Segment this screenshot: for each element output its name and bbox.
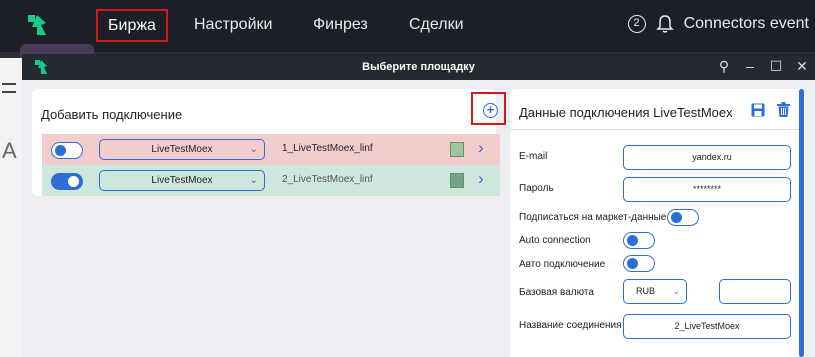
pin-icon[interactable]: ⚲ xyxy=(717,58,731,74)
bell-icon[interactable] xyxy=(655,14,674,34)
connection-toggle[interactable] xyxy=(51,173,83,190)
connection-row[interactable]: LiveTestMoex ⌄ 1_LiveTestMoex_linf › xyxy=(42,134,500,165)
auto-connection-label: Auto connection xyxy=(519,235,591,246)
subscribe-toggle[interactable] xyxy=(667,209,699,226)
save-icon[interactable] xyxy=(751,103,765,117)
auto-podkl-label: Авто подключение xyxy=(519,259,606,270)
dialog-body: Добавить подключение + LiveTestMoex ⌄ 1_… xyxy=(22,80,815,357)
status-swatch xyxy=(450,142,464,157)
connections-title: Добавить подключение xyxy=(41,107,183,122)
currency-select[interactable]: RUB ⌄ xyxy=(623,279,687,304)
connections-card: Добавить подключение + LiveTestMoex ⌄ 1_… xyxy=(32,89,506,196)
connection-details-card: Данные подключения LiveTestMoex E-mail y… xyxy=(510,89,805,357)
connection-name-label: Название соединения xyxy=(519,320,622,331)
password-label: Пароль xyxy=(519,183,554,194)
nav-item-finrez[interactable]: Финрез xyxy=(313,16,368,34)
add-connection-button[interactable]: + xyxy=(483,103,498,118)
divider xyxy=(510,129,805,130)
exchange-select[interactable]: LiveTestMoex ⌄ xyxy=(99,139,265,160)
connection-name: 1_LiveTestMoex_linf xyxy=(282,143,373,154)
top-nav-bar: Биржа Настройки Финрез Сделки 2 Connecto… xyxy=(0,0,815,52)
background-text: A xyxy=(2,138,17,163)
chevron-down-icon: ⌄ xyxy=(249,175,258,186)
trash-icon[interactable] xyxy=(777,102,790,117)
password-field[interactable]: ******** xyxy=(623,177,791,202)
nav-item-settings[interactable]: Настройки xyxy=(194,16,272,34)
subscribe-label: Подписаться на маркет-данные xyxy=(519,212,667,223)
email-label: E-mail xyxy=(519,151,548,162)
auto-podkl-toggle[interactable] xyxy=(623,255,655,272)
nav-item-exchange[interactable]: Биржа xyxy=(96,9,168,42)
scrollbar[interactable] xyxy=(799,89,804,357)
help-icon[interactable]: 2 xyxy=(627,15,646,33)
hamburger-icon[interactable] xyxy=(2,83,16,93)
connection-toggle[interactable] xyxy=(51,142,83,159)
nav-item-deals[interactable]: Сделки xyxy=(409,16,464,34)
exchange-select[interactable]: LiveTestMoex ⌄ xyxy=(99,170,265,191)
background-left-panel xyxy=(0,58,22,357)
auto-connection-toggle[interactable] xyxy=(623,232,655,249)
currency-label: Базовая валюта xyxy=(519,287,594,298)
dialog-title-bar[interactable]: Выберите площадку ⚲ – ☐ ✕ xyxy=(22,54,815,80)
user-menu[interactable]: Connectors event xyxy=(684,15,809,33)
close-button[interactable]: ✕ xyxy=(795,58,809,74)
connection-name: 2_LiveTestMoex_linf xyxy=(282,174,373,185)
connection-row[interactable]: LiveTestMoex ⌄ 2_LiveTestMoex_linf › xyxy=(42,165,500,196)
status-swatch xyxy=(450,173,464,188)
currency-extra-field[interactable] xyxy=(719,279,791,304)
chevron-down-icon: ⌄ xyxy=(249,144,258,155)
maximize-button[interactable]: ☐ xyxy=(769,58,783,74)
connection-name-field[interactable]: 2_LiveTestMoex xyxy=(623,314,791,339)
chevron-down-icon: ⌄ xyxy=(672,286,680,296)
select-exchange-dialog: Выберите площадку ⚲ – ☐ ✕ Добавить подкл… xyxy=(22,54,815,357)
app-logo-icon[interactable] xyxy=(26,13,48,37)
chevron-right-icon[interactable]: › xyxy=(478,169,484,189)
dialog-title: Выберите площадку xyxy=(362,61,475,73)
redacted-text xyxy=(682,152,693,160)
email-field[interactable]: yandex.ru xyxy=(623,145,791,170)
add-connection-highlight: + xyxy=(471,92,506,125)
details-title: Данные подключения LiveTestMoex xyxy=(519,105,733,120)
chevron-right-icon[interactable]: › xyxy=(478,138,484,158)
minimize-button[interactable]: – xyxy=(743,58,757,74)
